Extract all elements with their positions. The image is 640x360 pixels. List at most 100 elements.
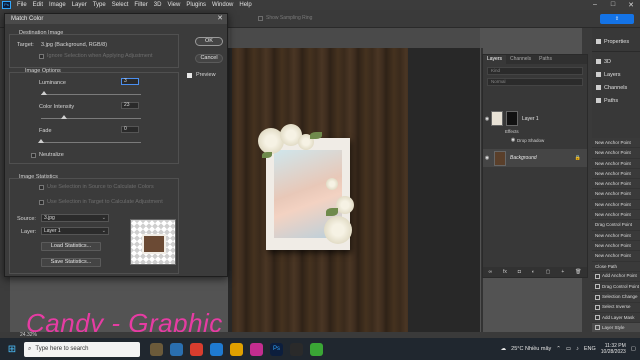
history-item[interactable]: New Anchor Point — [592, 159, 640, 169]
delete-layer-icon[interactable]: 🗑 — [575, 269, 581, 275]
menu-plugins[interactable]: Plugins — [183, 2, 209, 8]
color-intensity-input[interactable]: 23 — [121, 102, 139, 109]
network-icon[interactable]: ▭ — [566, 346, 571, 352]
menu-file[interactable]: File — [14, 2, 30, 8]
dock-paths[interactable]: Paths — [592, 94, 640, 107]
minimize-icon[interactable]: – — [586, 1, 604, 9]
windows-start-icon[interactable]: ⊞ — [0, 344, 24, 355]
history-item[interactable]: Add Anchor Point — [592, 272, 640, 283]
notification-icon[interactable]: ▢ — [631, 346, 636, 352]
history-item[interactable]: Add Layer Mask — [592, 313, 640, 324]
color-intensity-slider-handle[interactable] — [61, 115, 67, 119]
load-statistics-button[interactable]: Load Statistics... — [41, 242, 101, 251]
history-item[interactable]: New Anchor Point — [592, 148, 640, 159]
neutralize-checkbox[interactable] — [31, 153, 36, 158]
fade-input[interactable]: 0 — [121, 126, 139, 133]
drop-shadow-effect-row[interactable]: ◉ Drop Shadow — [483, 137, 587, 143]
weather-icon[interactable]: ☁ — [501, 346, 507, 352]
fade-slider-handle[interactable] — [38, 139, 44, 143]
history-item[interactable]: Drag Control Point — [592, 282, 640, 293]
history-item[interactable]: Close Path — [592, 262, 640, 272]
history-item[interactable]: New Anchor Point — [592, 241, 640, 252]
taskbar-clock[interactable]: 11:32 PM 10/28/2023 — [601, 343, 626, 355]
preview-checkbox[interactable] — [187, 73, 192, 78]
menu-edit[interactable]: Edit — [30, 2, 46, 8]
menu-3d[interactable]: 3D — [151, 2, 165, 8]
menu-type[interactable]: Type — [90, 2, 109, 8]
layer-row-layer-1[interactable]: ◉ Layer 1 — [483, 111, 587, 126]
eye-icon[interactable]: ◉ — [483, 155, 491, 161]
pink-app-icon[interactable] — [250, 342, 263, 356]
chrome-icon[interactable] — [190, 342, 203, 356]
tray-chevron-icon[interactable]: ⌃ — [556, 346, 561, 352]
luminance-slider-track[interactable] — [41, 94, 141, 95]
language-indicator[interactable]: ENG — [584, 346, 596, 352]
media-app-icon[interactable] — [290, 342, 303, 356]
add-mask-icon[interactable]: ◘ — [518, 269, 521, 275]
camtasia-icon[interactable] — [310, 342, 323, 356]
menu-filter[interactable]: Filter — [131, 2, 150, 8]
use-selection-source-checkbox[interactable] — [39, 185, 44, 190]
ok-button[interactable]: OK — [195, 37, 223, 46]
menu-image[interactable]: Image — [46, 2, 69, 8]
history-item[interactable]: New Anchor Point — [592, 210, 640, 221]
history-item[interactable]: Select Inverse — [592, 303, 640, 314]
cancel-button[interactable]: Cancel — [195, 54, 223, 63]
eye-icon[interactable]: ◉ — [509, 137, 517, 143]
layer-effects-row[interactable]: Effects — [483, 129, 587, 134]
share-button[interactable]: ⇪ — [600, 14, 634, 24]
history-item[interactable]: Drag Control Point — [592, 220, 640, 231]
sampling-ring-option[interactable]: Show Sampling Ring — [258, 15, 312, 21]
history-item-current[interactable]: Layer Style — [592, 323, 640, 332]
dock-3d[interactable]: 3D — [592, 55, 640, 68]
dock-channels[interactable]: Channels — [592, 81, 640, 94]
menu-window[interactable]: Window — [209, 2, 236, 8]
history-item[interactable]: New Anchor Point — [592, 138, 640, 149]
menu-layer[interactable]: Layer — [69, 2, 90, 8]
tab-paths[interactable]: Paths — [535, 55, 556, 64]
eye-icon[interactable]: ◉ — [483, 116, 491, 122]
save-statistics-button[interactable]: Save Statistics... — [41, 258, 101, 267]
volume-icon[interactable]: ♪ — [576, 346, 579, 352]
history-item[interactable]: Selection Change — [592, 292, 640, 303]
fade-slider-track[interactable] — [41, 142, 141, 143]
color-intensity-slider-track[interactable] — [41, 118, 141, 119]
app-avatar-icon[interactable] — [150, 342, 163, 356]
history-item[interactable]: New Anchor Point — [592, 231, 640, 241]
weather-text[interactable]: 25°C Nhiều mây — [511, 346, 551, 352]
file-explorer-icon[interactable] — [230, 342, 243, 356]
tab-layers[interactable]: Layers — [483, 55, 507, 64]
add-style-icon[interactable]: fx — [503, 269, 507, 275]
menu-help[interactable]: Help — [236, 2, 254, 8]
adjustment-layer-icon[interactable]: ◐ — [532, 269, 535, 275]
task-view-icon[interactable] — [170, 342, 183, 356]
blend-mode-select[interactable]: Normal — [487, 78, 583, 86]
menu-select[interactable]: Select — [109, 2, 132, 8]
new-layer-icon[interactable]: + — [561, 269, 564, 275]
ignore-selection-checkbox[interactable] — [39, 54, 44, 59]
photoshop-taskbar-icon[interactable]: Ps — [270, 342, 283, 356]
link-layers-icon[interactable]: ∞ — [488, 269, 492, 275]
new-group-icon[interactable]: ▢ — [546, 269, 551, 275]
layer-select[interactable]: Layer 1 ⌄ — [41, 227, 109, 235]
maximize-icon[interactable]: □ — [604, 1, 622, 9]
history-item[interactable]: New Anchor Point — [592, 169, 640, 180]
history-item[interactable]: New Anchor Point — [592, 189, 640, 200]
use-selection-target-checkbox[interactable] — [39, 200, 44, 205]
dock-properties[interactable]: Properties — [592, 35, 640, 48]
luminance-input[interactable]: 3 — [121, 78, 139, 85]
dialog-close-icon[interactable]: ✕ — [217, 14, 223, 24]
tab-channels[interactable]: Channels — [506, 55, 535, 64]
luminance-slider-handle[interactable] — [41, 91, 47, 95]
edge-icon[interactable] — [210, 342, 223, 356]
history-item[interactable]: New Anchor Point — [592, 200, 640, 211]
close-window-icon[interactable]: ✕ — [622, 1, 640, 9]
layer-kind-filter[interactable]: Kind — [487, 67, 583, 75]
menu-view[interactable]: View — [164, 2, 183, 8]
layer-row-background[interactable]: ◉ Background 🔒 — [483, 149, 587, 167]
history-item[interactable]: New Anchor Point — [592, 179, 640, 190]
dock-layers[interactable]: Layers — [592, 68, 640, 81]
history-item[interactable]: New Anchor Point — [592, 251, 640, 262]
source-select[interactable]: 3.jpg ⌄ — [41, 214, 109, 222]
taskbar-search-box[interactable]: ⌕ Type here to search — [24, 341, 140, 357]
